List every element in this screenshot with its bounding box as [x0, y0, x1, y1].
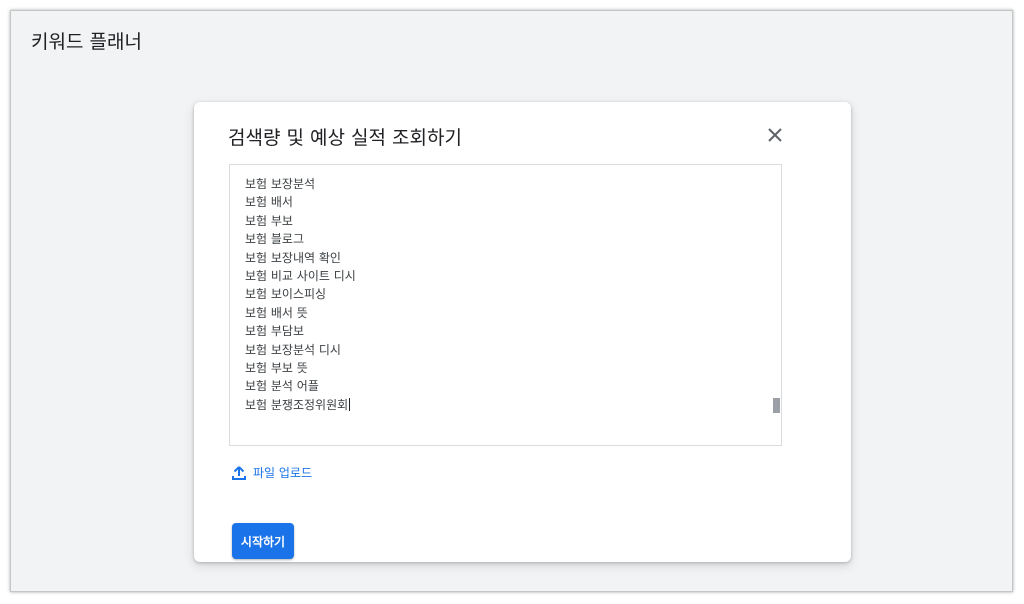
keyword-line: 보험 부보 [245, 213, 293, 228]
scrollbar-thumb[interactable] [773, 398, 780, 413]
keyword-line: 보험 비교 사이트 디시 [245, 269, 356, 284]
dialog-title: 검색량 및 예상 실적 조회하기 [228, 127, 462, 149]
upload-icon [232, 465, 246, 480]
keyword-line: 보험 배서 뜻 [245, 305, 308, 320]
upload-file-link[interactable]: 파일 업로드 [231, 464, 312, 481]
close-button[interactable] [762, 122, 788, 148]
keyword-line: 보험 분쟁조정위원회 [245, 396, 356, 414]
keyword-line: 보험 분석 어플 [245, 379, 319, 394]
keyword-line: 보험 부보 뜻 [245, 361, 308, 376]
keyword-line: 보험 보장분석 [245, 177, 316, 191]
keyword-line: 보험 블로그 [245, 232, 305, 247]
keyword-line: 보험 보장내역 확인 [245, 250, 341, 265]
keyword-line: 보험 보장분석 디시 [245, 342, 341, 357]
app-window: 키워드 플래너 검색량 및 예상 실적 조회하기 보험 보장분석 보험 배서 보험 … [10, 10, 1013, 592]
keyword-line: 보험 부담보 [245, 324, 305, 339]
keyword-line: 보험 보이스피싱 [245, 287, 327, 302]
keyword-line: 보험 배서 [245, 195, 293, 210]
close-icon [768, 128, 782, 142]
keyword-volume-dialog: 검색량 및 예상 실적 조회하기 보험 보장분석보험 배서보험 부보보험 블로그… [194, 102, 851, 562]
upload-file-label: 파일 업로드 [253, 466, 313, 480]
page-title: 키워드 플래너 [31, 31, 142, 53]
keyword-input[interactable]: 보험 보장분석보험 배서보험 부보보험 블로그보험 보장내역 확인보험 비교 사… [229, 164, 782, 446]
keyword-list: 보험 보장분석보험 배서보험 부보보험 블로그보험 보장내역 확인보험 비교 사… [245, 175, 356, 414]
start-button[interactable]: 시작하기 [232, 523, 294, 559]
